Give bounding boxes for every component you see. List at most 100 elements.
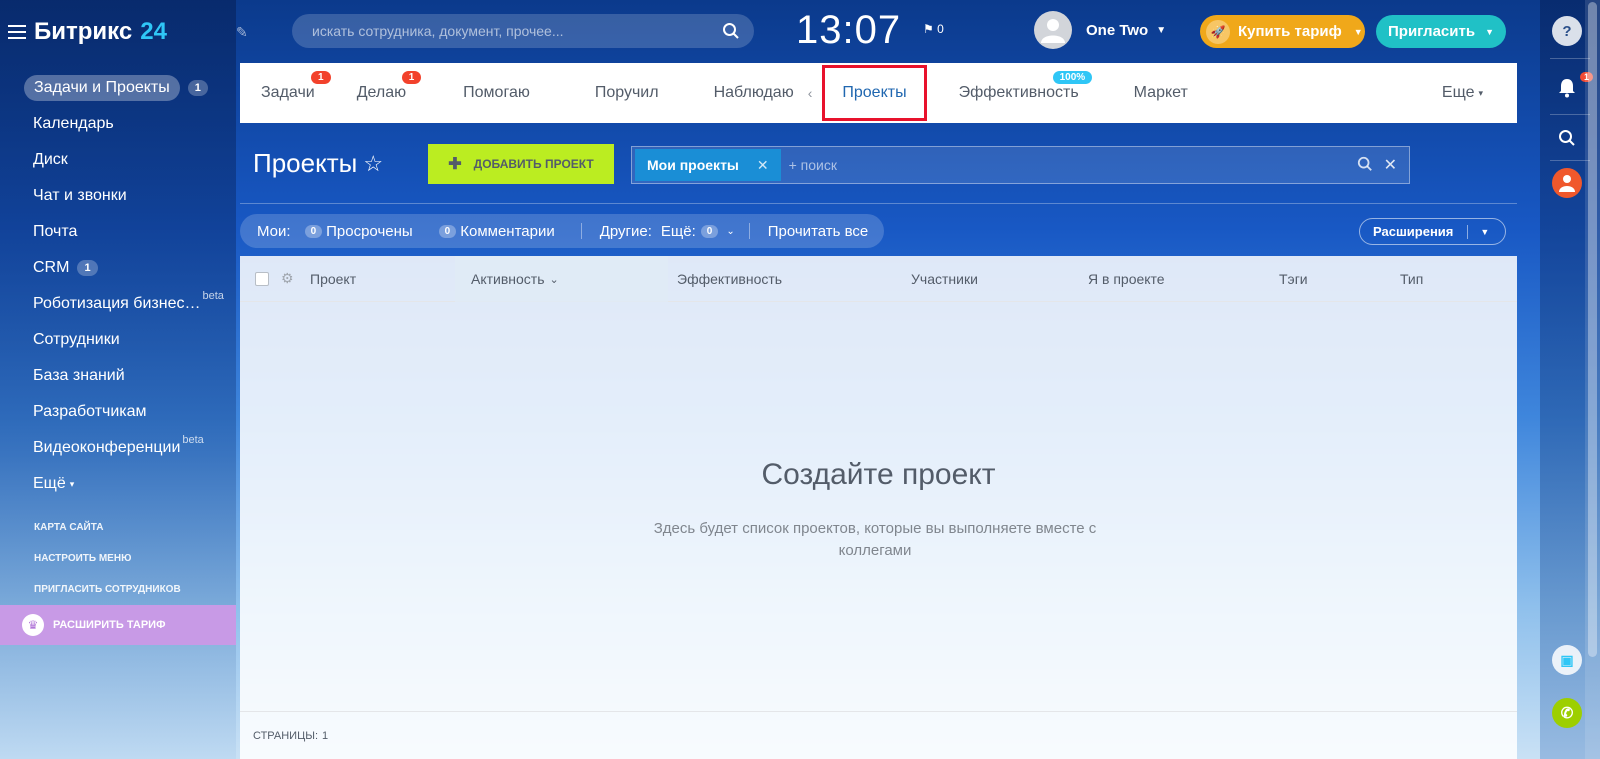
- tab-efficiency[interactable]: Эффективность 100%: [931, 63, 1100, 123]
- search-input[interactable]: [312, 23, 712, 39]
- sitemap-link[interactable]: Карта сайта: [34, 520, 181, 551]
- column-members[interactable]: Участники: [911, 256, 978, 302]
- select-all-checkbox[interactable]: [255, 272, 269, 286]
- logo-text: Битрикс: [34, 18, 133, 45]
- chevron-down-icon: ▾: [69, 478, 75, 489]
- tab-assigned[interactable]: Поручил: [551, 63, 680, 123]
- bell-icon[interactable]: [1552, 73, 1582, 103]
- phone-icon[interactable]: ✆: [1552, 698, 1582, 728]
- sidebar-item-employees[interactable]: Сотрудники: [24, 322, 234, 358]
- sidebar-item-robotization[interactable]: Роботизация бизнес… beta: [24, 286, 234, 322]
- sidebar-item-developers[interactable]: Разработчикам: [24, 394, 234, 430]
- chevron-down-icon: ⌄: [726, 225, 735, 237]
- overdue-counter[interactable]: 0 Просрочены: [304, 223, 413, 240]
- column-efficiency[interactable]: Эффективность: [677, 256, 782, 302]
- user-avatar-icon[interactable]: [1552, 168, 1582, 198]
- tab-badge: 1: [401, 71, 422, 84]
- sidebar-menu: Задачи и Проекты 1 Календарь Диск Чат и …: [24, 70, 234, 502]
- column-tags[interactable]: Тэги: [1279, 256, 1308, 302]
- gear-icon[interactable]: ⚙: [281, 270, 294, 287]
- chevron-left-icon[interactable]: ‹: [802, 85, 819, 101]
- clock[interactable]: 13:07: [796, 8, 901, 53]
- help-icon[interactable]: ?: [1552, 16, 1582, 46]
- tab-label: Наблюдаю: [713, 84, 794, 101]
- scrollbar[interactable]: [1585, 0, 1600, 759]
- pages-value[interactable]: 1: [322, 730, 328, 742]
- upgrade-plan-button[interactable]: ♛ Расширить тариф: [0, 605, 236, 645]
- sidebar-item-label: Календарь: [33, 115, 114, 132]
- chevron-down-icon: ⌄: [549, 273, 559, 286]
- column-type[interactable]: Тип: [1400, 256, 1423, 302]
- left-sidebar: Битрикс 24 Задачи и Проекты 1 Календарь …: [0, 0, 236, 759]
- user-menu[interactable]: One Two ▼: [1034, 11, 1166, 49]
- invite-button[interactable]: Пригласить ▼: [1376, 15, 1506, 48]
- flag-counter[interactable]: ⚑ 0: [923, 22, 944, 36]
- sidebar-item-chat[interactable]: Чат и звонки: [24, 178, 234, 214]
- tab-tasks[interactable]: Задачи 1: [240, 63, 336, 123]
- tab-projects[interactable]: Проекты: [822, 65, 927, 121]
- sidebar-item-knowledge[interactable]: База знаний: [24, 358, 234, 394]
- column-label: Активность: [471, 271, 545, 287]
- tab-helping[interactable]: Помогаю: [427, 63, 551, 123]
- scrollbar-thumb[interactable]: [1588, 2, 1597, 657]
- sidebar-item-label: Диск: [33, 151, 68, 168]
- column-activity[interactable]: Активность ⌄: [455, 256, 668, 302]
- tab-market[interactable]: Маркет: [1100, 63, 1209, 123]
- tabs-more-label: Еще: [1441, 84, 1475, 101]
- column-label: Эффективность: [677, 271, 783, 287]
- sidebar-item-mail[interactable]: Почта: [24, 214, 234, 250]
- logo[interactable]: Битрикс 24: [8, 18, 167, 46]
- search-icon[interactable]: [1552, 123, 1582, 153]
- close-icon[interactable]: ✕: [1384, 155, 1397, 175]
- sidebar-item-label: Почта: [33, 223, 78, 240]
- sidebar-item-crm[interactable]: CRM 1: [24, 250, 234, 286]
- add-project-button[interactable]: ✚ Добавить проект: [428, 144, 614, 184]
- sidebar-item-more[interactable]: Ещё ▾: [24, 466, 234, 502]
- comments-counter[interactable]: 0 Комментарии: [438, 222, 555, 240]
- column-project[interactable]: Проект: [310, 256, 356, 302]
- tab-doing[interactable]: Делаю 1: [336, 63, 427, 123]
- extensions-button[interactable]: Расширения ▼: [1359, 218, 1506, 245]
- tabs-more-button[interactable]: Еще ▾: [1442, 63, 1483, 123]
- filter-chip[interactable]: Мои проекты ✕: [635, 149, 781, 181]
- tab-label: Делаю: [356, 84, 407, 101]
- overdue-count: 0: [304, 224, 323, 238]
- page-title-text: Проекты: [253, 148, 358, 178]
- tab-badge: 1: [311, 71, 331, 84]
- sidebar-item-tasks[interactable]: Задачи и Проекты 1: [24, 70, 234, 106]
- comments-label: Комментарии: [460, 222, 555, 240]
- sidebar-item-disk[interactable]: Диск: [24, 142, 234, 178]
- buy-plan-button[interactable]: 🚀 Купить тариф ▼: [1200, 15, 1365, 48]
- close-icon[interactable]: ✕: [757, 157, 769, 174]
- column-my-role[interactable]: Я в проекте: [1088, 256, 1165, 302]
- read-all-button[interactable]: Прочитать все: [768, 223, 869, 240]
- tab-observing[interactable]: Наблюдаю: [680, 63, 802, 123]
- chevron-down-icon: ▼: [1480, 226, 1490, 237]
- pages-label: Страницы:: [253, 729, 319, 742]
- sidebar-item-videoconf[interactable]: Видеоконференции beta: [24, 430, 234, 466]
- sidebar-item-label: Задачи и Проекты: [24, 75, 180, 101]
- more-counter[interactable]: Ещё: 0 ⌄: [661, 223, 735, 240]
- more-count: 0: [700, 224, 719, 238]
- mobile-app-icon[interactable]: ▣: [1552, 645, 1582, 675]
- filter-search-input[interactable]: [788, 157, 1349, 173]
- counters-others-label: Другие:: [599, 222, 652, 240]
- more-label: Ещё:: [660, 222, 696, 240]
- sidebar-item-label: Чат и звонки: [33, 187, 127, 204]
- sidebar-item-label: Роботизация бизнес…: [33, 295, 201, 312]
- beta-badge: beta: [202, 290, 224, 302]
- divider: [580, 223, 582, 239]
- search-icon[interactable]: [722, 22, 740, 40]
- search-icon[interactable]: [1357, 156, 1373, 172]
- filter-bar[interactable]: Мои проекты ✕ ✕: [631, 146, 1410, 184]
- configure-menu-link[interactable]: Настроить меню: [34, 551, 181, 582]
- sidebar-item-calendar[interactable]: Календарь: [24, 106, 234, 142]
- menu-icon[interactable]: [8, 25, 26, 39]
- star-icon[interactable]: ☆: [363, 151, 383, 177]
- global-search[interactable]: [292, 14, 754, 48]
- tab-label: Задачи: [261, 84, 315, 101]
- tasks-tabs: Задачи 1 Делаю 1 Помогаю Поручил Наблюда…: [240, 63, 1517, 123]
- tab-label: Помогаю: [463, 84, 530, 101]
- page-title: Проекты ☆: [253, 148, 383, 179]
- edit-pencil-icon[interactable]: ✎: [236, 24, 252, 40]
